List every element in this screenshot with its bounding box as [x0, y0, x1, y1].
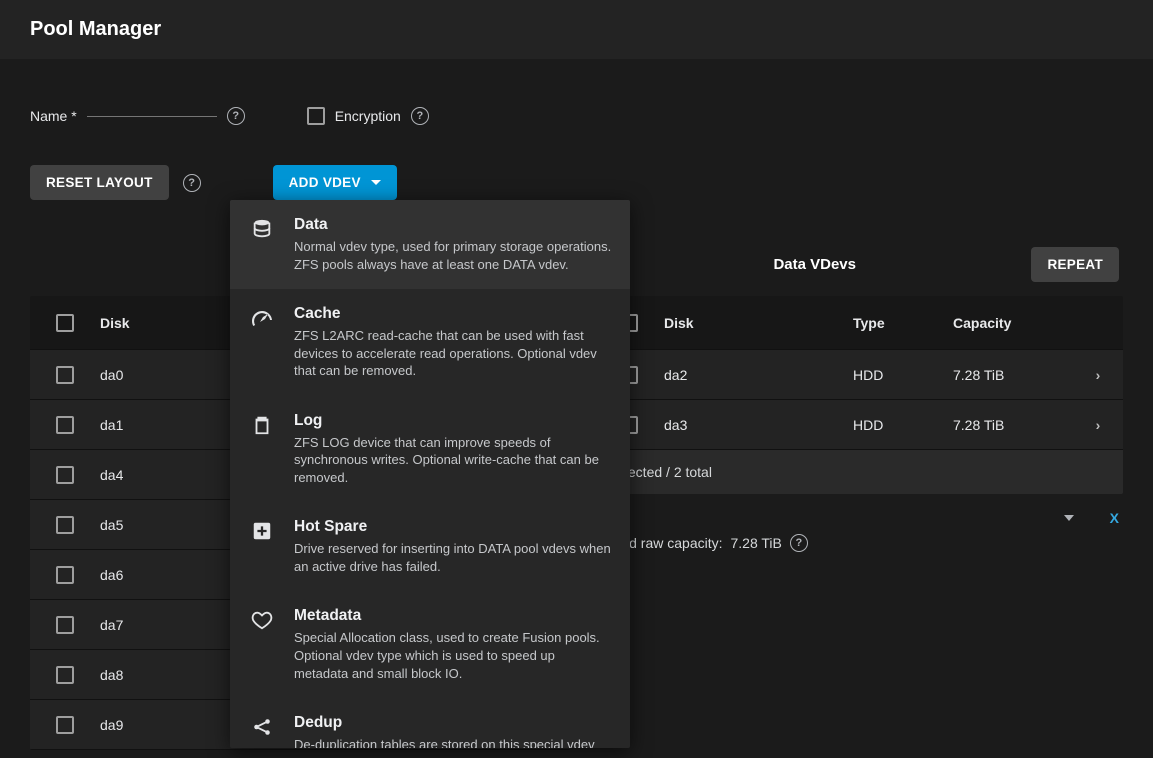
encryption-checkbox[interactable] [307, 107, 325, 125]
name-input[interactable] [87, 116, 217, 117]
repeat-button[interactable]: REPEAT [1031, 247, 1119, 282]
disk-capacity: 7.28 TiB [953, 367, 1073, 383]
menu-item-description: Drive reserved for inserting into DATA p… [294, 540, 612, 575]
disk-type: HDD [853, 367, 953, 383]
disk-name: da2 [664, 367, 853, 383]
share-icon [248, 714, 276, 748]
chevron-down-icon [371, 180, 381, 185]
clipboard-icon [248, 412, 276, 487]
menu-item-title: Cache [294, 305, 612, 323]
menu-item-dedup[interactable]: Dedup De-duplication tables are stored on… [230, 698, 630, 748]
add-vdev-label: ADD VDEV [289, 175, 361, 190]
row-checkbox[interactable] [56, 666, 74, 684]
row-checkbox[interactable] [56, 366, 74, 384]
data-vdevs-header-row: Data VDevs REPEAT [594, 240, 1123, 288]
add-vdev-menu: Data Normal vdev type, used for primary s… [230, 200, 630, 748]
menu-item-description: Normal vdev type, used for primary stora… [294, 238, 612, 273]
top-fields: Name * ? Encryption ? [30, 107, 1123, 125]
plus-box-icon [248, 518, 276, 575]
menu-item-title: Dedup [294, 714, 612, 732]
add-vdev-button[interactable]: ADD VDEV [273, 165, 397, 200]
encryption-label: Encryption [335, 108, 401, 124]
disk-name: da3 [664, 417, 853, 433]
menu-item-description: ZFS L2ARC read-cache that can be used wi… [294, 327, 612, 380]
page-title: Pool Manager [30, 18, 1123, 41]
button-row: RESET LAYOUT ? ADD VDEV [30, 165, 1123, 200]
row-checkbox[interactable] [56, 416, 74, 434]
selection-status: selected / 2 total [594, 450, 1123, 494]
chevron-down-icon[interactable] [1064, 515, 1074, 521]
menu-item-title: Hot Spare [294, 518, 612, 536]
menu-item-log[interactable]: Log ZFS LOG device that can improve speed… [230, 396, 630, 503]
chevron-right-icon[interactable]: › [1073, 417, 1123, 433]
menu-item-cache[interactable]: Cache ZFS L2ARC read-cache that can be us… [230, 289, 630, 396]
col-capacity: Capacity [953, 315, 1073, 331]
vdev-type-selector-row: or X [594, 494, 1123, 526]
encryption-field: Encryption ? [307, 107, 429, 125]
estimated-capacity-row: mated raw capacity: 7.28 TiB ? [594, 526, 1123, 552]
select-all-checkbox[interactable] [56, 314, 74, 332]
remove-vdev-button[interactable]: X [1110, 510, 1119, 526]
row-checkbox[interactable] [56, 566, 74, 584]
help-icon[interactable]: ? [790, 534, 808, 552]
heart-icon [248, 607, 276, 682]
database-icon [248, 216, 276, 273]
col-type: Type [853, 315, 953, 331]
chevron-right-icon[interactable]: › [1073, 367, 1123, 383]
est-value: 7.28 TiB [731, 535, 782, 551]
data-vdevs-column: Data VDevs REPEAT Disk Type Capacity da2… [594, 240, 1123, 552]
table-header-row: Disk Type Capacity [594, 296, 1123, 350]
menu-item-data[interactable]: Data Normal vdev type, used for primary s… [230, 200, 630, 289]
help-icon[interactable]: ? [227, 107, 245, 125]
row-checkbox[interactable] [56, 516, 74, 534]
menu-item-hot-spare[interactable]: Hot Spare Drive reserved for inserting in… [230, 502, 630, 591]
menu-item-metadata[interactable]: Metadata Special Allocation class, used t… [230, 591, 630, 698]
help-icon[interactable]: ? [411, 107, 429, 125]
header-bar: Pool Manager [0, 0, 1153, 59]
menu-item-description: De-duplication tables are stored on this… [294, 736, 612, 748]
reset-layout-button[interactable]: RESET LAYOUT [30, 165, 169, 200]
help-icon[interactable]: ? [183, 174, 201, 192]
menu-item-title: Log [294, 412, 612, 430]
table-row[interactable]: da2HDD7.28 TiB› [594, 350, 1123, 400]
disk-capacity: 7.28 TiB [953, 417, 1073, 433]
data-vdevs-title: Data VDevs [598, 256, 1031, 273]
col-disk: Disk [664, 315, 853, 331]
name-field: Name * ? [30, 107, 245, 125]
disk-type: HDD [853, 417, 953, 433]
menu-item-description: Special Allocation class, used to create… [294, 629, 612, 682]
row-checkbox[interactable] [56, 716, 74, 734]
name-label: Name * [30, 108, 77, 124]
menu-item-title: Data [294, 216, 612, 234]
menu-item-description: ZFS LOG device that can improve speeds o… [294, 434, 612, 487]
table-row[interactable]: da3HDD7.28 TiB› [594, 400, 1123, 450]
speed-icon [248, 305, 276, 380]
data-vdevs-table: Disk Type Capacity da2HDD7.28 TiB›da3HDD… [594, 296, 1123, 494]
row-checkbox[interactable] [56, 466, 74, 484]
row-checkbox[interactable] [56, 616, 74, 634]
menu-item-title: Metadata [294, 607, 612, 625]
